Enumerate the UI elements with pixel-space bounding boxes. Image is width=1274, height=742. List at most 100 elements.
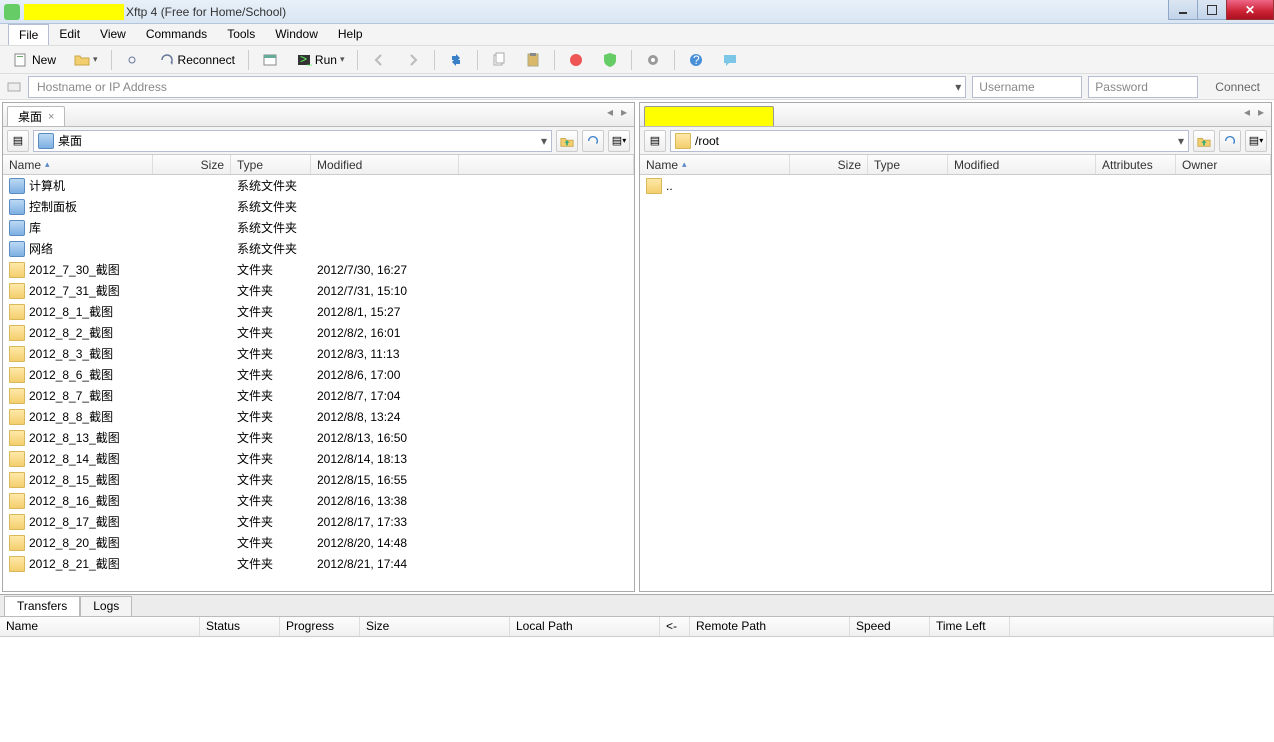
username-input[interactable]: Username (972, 76, 1082, 98)
separator (357, 50, 358, 70)
shield-button[interactable] (595, 49, 625, 71)
remote-tab-redacted[interactable] (644, 106, 774, 126)
file-row[interactable]: 控制面板系统文件夹 (3, 196, 634, 217)
menu-help[interactable]: Help (328, 24, 373, 45)
connect-button[interactable]: Connect (1204, 76, 1268, 98)
refresh-button[interactable] (1219, 130, 1241, 152)
file-row[interactable]: 2012_8_13_截图文件夹2012/8/13, 16:50 (3, 427, 634, 448)
col-owner[interactable]: Owner (1176, 155, 1271, 174)
file-row[interactable]: 2012_8_20_截图文件夹2012/8/20, 14:48 (3, 532, 634, 553)
tcol-name[interactable]: Name (0, 617, 200, 636)
file-row[interactable]: 2012_8_1_截图文件夹2012/8/1, 15:27 (3, 301, 634, 322)
maximize-button[interactable] (1197, 0, 1227, 20)
tcol-progress[interactable]: Progress (280, 617, 360, 636)
copy-button[interactable] (484, 49, 514, 71)
new-button[interactable]: New (6, 49, 63, 71)
layout-button[interactable]: ▤ (644, 130, 666, 152)
file-row[interactable]: .. (640, 175, 1271, 196)
paste-button[interactable] (518, 49, 548, 71)
back-button[interactable] (364, 49, 394, 71)
refresh-button[interactable] (582, 130, 604, 152)
up-folder-button[interactable] (1193, 130, 1215, 152)
col-modified[interactable]: Modified (948, 155, 1096, 174)
menu-tools[interactable]: Tools (217, 24, 265, 45)
tab-next-icon[interactable]: ▸ (1255, 105, 1267, 119)
settings-button[interactable] (638, 49, 668, 71)
reconnect-button[interactable]: Reconnect (152, 49, 242, 71)
sessions-icon (262, 52, 278, 68)
chat-button[interactable] (715, 49, 745, 71)
tcol-status[interactable]: Status (200, 617, 280, 636)
up-folder-button[interactable] (556, 130, 578, 152)
tcol-speed[interactable]: Speed (850, 617, 930, 636)
view-dropdown[interactable]: ▤▾ (1245, 130, 1267, 152)
password-input[interactable]: Password (1088, 76, 1198, 98)
layout-button[interactable]: ▤ (7, 130, 29, 152)
file-row[interactable]: 2012_8_2_截图文件夹2012/8/2, 16:01 (3, 322, 634, 343)
forward-button[interactable] (398, 49, 428, 71)
file-row[interactable]: 2012_7_30_截图文件夹2012/7/30, 16:27 (3, 259, 634, 280)
file-row[interactable]: 计算机系统文件夹 (3, 175, 634, 196)
menu-window[interactable]: Window (265, 24, 328, 45)
tab-logs[interactable]: Logs (80, 596, 132, 616)
tcol-localpath[interactable]: Local Path (510, 617, 660, 636)
menu-commands[interactable]: Commands (136, 24, 217, 45)
col-attributes[interactable]: Attributes (1096, 155, 1176, 174)
view-dropdown[interactable]: ▤▾ (608, 130, 630, 152)
col-type[interactable]: Type (868, 155, 948, 174)
col-type[interactable]: Type (231, 155, 311, 174)
file-row[interactable]: 2012_8_3_截图文件夹2012/8/3, 11:13 (3, 343, 634, 364)
file-row[interactable]: 2012_8_7_截图文件夹2012/8/7, 17:04 (3, 385, 634, 406)
file-row[interactable]: 库系统文件夹 (3, 217, 634, 238)
local-file-list[interactable]: 计算机系统文件夹控制面板系统文件夹库系统文件夹网络系统文件夹2012_7_30_… (3, 175, 634, 591)
link-button[interactable] (118, 49, 148, 71)
sessions-button[interactable] (255, 49, 285, 71)
col-modified[interactable]: Modified (311, 155, 459, 174)
tab-next-icon[interactable]: ▸ (618, 105, 630, 119)
menu-view[interactable]: View (90, 24, 136, 45)
file-row[interactable]: 2012_8_21_截图文件夹2012/8/21, 17:44 (3, 553, 634, 574)
run-dropdown[interactable]: >_Run▾ (289, 49, 352, 71)
col-size[interactable]: Size (790, 155, 868, 174)
sync-button[interactable] (441, 49, 471, 71)
help-button[interactable]: ? (681, 49, 711, 71)
folder-icon (9, 451, 25, 467)
tcol-extra[interactable] (1010, 617, 1274, 636)
col-name[interactable]: Name (640, 155, 790, 174)
file-row[interactable]: 2012_8_15_截图文件夹2012/8/15, 16:55 (3, 469, 634, 490)
tcol-size[interactable]: Size (360, 617, 510, 636)
menu-file[interactable]: File (8, 24, 49, 45)
open-dropdown[interactable]: ▾ (67, 49, 105, 71)
file-row[interactable]: 2012_8_16_截图文件夹2012/8/16, 13:38 (3, 490, 634, 511)
host-input[interactable]: Hostname or IP Address (28, 76, 966, 98)
local-path-combo[interactable]: 桌面 (33, 130, 552, 152)
transfers-list[interactable] (0, 637, 1274, 742)
local-list-header: Name Size Type Modified (3, 155, 634, 175)
tab-nav: ◂▸ (604, 105, 630, 119)
minimize-button[interactable] (1168, 0, 1198, 20)
local-tab[interactable]: 桌面× (7, 106, 65, 126)
menu-edit[interactable]: Edit (49, 24, 90, 45)
col-name[interactable]: Name (3, 155, 153, 174)
tcol-timeleft[interactable]: Time Left (930, 617, 1010, 636)
col-extra[interactable] (459, 155, 634, 174)
col-size[interactable]: Size (153, 155, 231, 174)
stop-button[interactable] (561, 49, 591, 71)
file-row[interactable]: 2012_7_31_截图文件夹2012/7/31, 15:10 (3, 280, 634, 301)
remote-path-combo[interactable]: /root (670, 130, 1189, 152)
local-pane: 桌面× ◂▸ ▤ 桌面 ▤▾ Name Size Type Modified 计… (2, 102, 635, 592)
file-row[interactable]: 网络系统文件夹 (3, 238, 634, 259)
close-button[interactable] (1226, 0, 1274, 20)
file-row[interactable]: 2012_8_6_截图文件夹2012/8/6, 17:00 (3, 364, 634, 385)
file-row[interactable]: 2012_8_14_截图文件夹2012/8/14, 18:13 (3, 448, 634, 469)
file-row[interactable]: 2012_8_17_截图文件夹2012/8/17, 17:33 (3, 511, 634, 532)
remote-file-list[interactable]: .. (640, 175, 1271, 591)
tcol-remotepath[interactable]: Remote Path (690, 617, 850, 636)
tab-transfers[interactable]: Transfers (4, 596, 80, 616)
tab-prev-icon[interactable]: ◂ (1241, 105, 1253, 119)
tcol-arrow[interactable]: <-> (660, 617, 690, 636)
tab-close-icon[interactable]: × (48, 111, 54, 123)
tab-prev-icon[interactable]: ◂ (604, 105, 616, 119)
folder-icon (9, 430, 25, 446)
file-row[interactable]: 2012_8_8_截图文件夹2012/8/8, 13:24 (3, 406, 634, 427)
